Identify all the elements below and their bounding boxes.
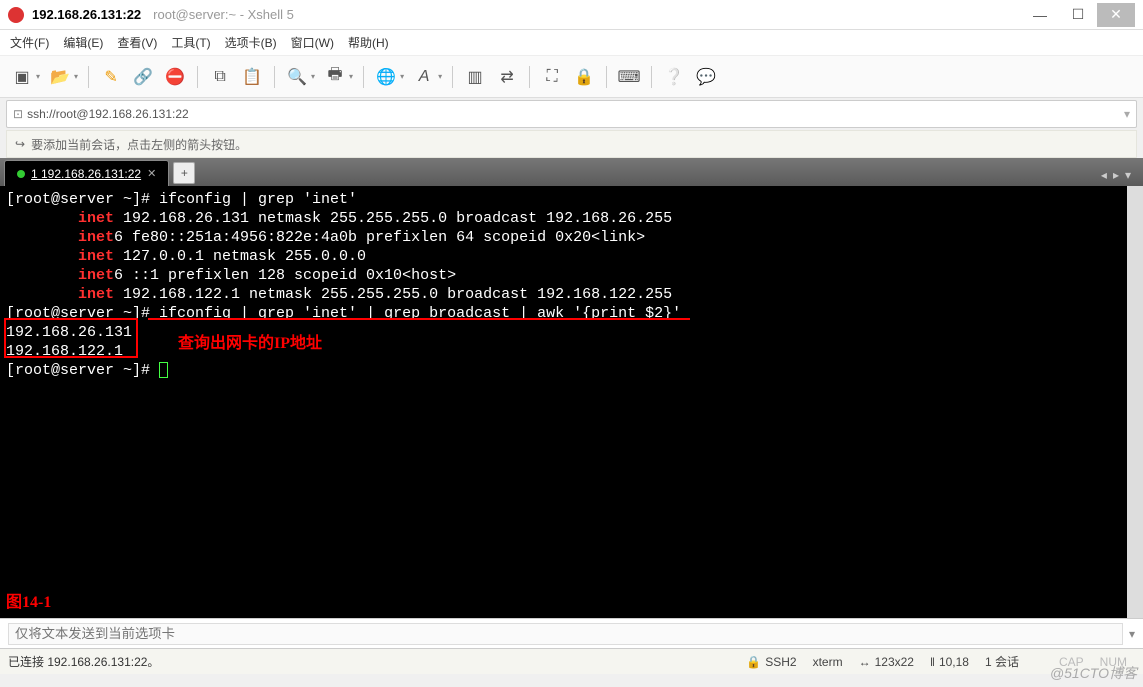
terminal-line: inet 192.168.26.131 netmask 255.255.255.… [6, 209, 1121, 228]
tab-prev-icon[interactable]: ◂ [1101, 168, 1107, 182]
disconnect-icon[interactable]: ⛔ [161, 63, 189, 91]
info-bar: ↪ 要添加当前会话，点击左侧的箭头按钮。 [6, 130, 1137, 158]
send-input[interactable] [8, 623, 1123, 645]
font-icon[interactable]: A [410, 63, 438, 91]
annotation-figure-label: 图14-1 [6, 593, 51, 612]
find-icon[interactable]: 🔍 [283, 63, 311, 91]
address-url: ssh://root@192.168.26.131:22 [27, 107, 189, 121]
lock-icon[interactable]: 🔒 [570, 63, 598, 91]
menu-window[interactable]: 窗口(W) [291, 34, 334, 51]
send-bar: ▾ [0, 618, 1143, 648]
scroll-down-icon[interactable]: ▾ [1127, 602, 1143, 618]
title-bar: 192.168.26.131:22 root@server:~ - Xshell… [0, 0, 1143, 30]
tab-add-button[interactable]: + [173, 162, 195, 184]
open-icon[interactable]: 📂 [46, 63, 74, 91]
status-sessions: 1 会话 [985, 653, 1019, 670]
keyboard-icon[interactable]: ⌨ [615, 63, 643, 91]
add-session-icon[interactable]: ↪ [15, 137, 25, 151]
tab-session-1[interactable]: 1 192.168.26.131:22 ✕ [4, 160, 169, 186]
terminal-line: 192.168.122.1 [6, 342, 1121, 361]
scroll-up-icon[interactable]: ▴ [1127, 186, 1143, 202]
terminal-line: inet6 ::1 prefixlen 128 scopeid 0x10<hos… [6, 266, 1121, 285]
edit-icon[interactable]: ✎ [97, 63, 125, 91]
transfer-icon[interactable]: ⇄ [493, 63, 521, 91]
fullscreen-icon[interactable]: ⛶ [538, 63, 566, 91]
dropdown-icon[interactable]: ⊡ [13, 107, 23, 121]
close-button[interactable]: ✕ [1097, 3, 1135, 27]
status-size: ↔ 123x22 [859, 655, 914, 669]
tab-nav: ◂ ▸ ▾ [1101, 168, 1139, 186]
tab-next-icon[interactable]: ▸ [1113, 168, 1119, 182]
terminal-line: inet6 fe80::251a:4956:822e:4a0b prefixle… [6, 228, 1121, 247]
status-pos: ‖ 10,18 [930, 655, 969, 669]
status-connection: 已连接 192.168.26.131:22。 [8, 653, 159, 670]
tab-close-icon[interactable]: ✕ [147, 167, 156, 180]
menu-edit[interactable]: 编辑(E) [63, 34, 103, 51]
terminal-line: [root@server ~]# ifconfig | grep 'inet' [6, 190, 1121, 209]
address-dropdown-icon[interactable]: ▾ [1124, 107, 1130, 121]
tab-list-icon[interactable]: ▾ [1125, 168, 1131, 182]
columns-icon[interactable]: ▥ [461, 63, 489, 91]
globe-icon[interactable]: 🌐 [372, 63, 400, 91]
terminal-line: [root@server ~]# ifconfig | grep 'inet' … [6, 304, 1121, 323]
status-cap: CAP [1059, 655, 1084, 669]
app-icon [8, 7, 24, 23]
title-address: 192.168.26.131:22 [32, 7, 141, 22]
tab-strip: 1 192.168.26.131:22 ✕ + ◂ ▸ ▾ [0, 158, 1143, 186]
copy-icon[interactable]: ⧉ [206, 63, 234, 91]
terminal[interactable]: [root@server ~]# ifconfig | grep 'inet' … [0, 186, 1143, 618]
reconnect-icon[interactable]: 🔗 [129, 63, 157, 91]
tab-label: 1 192.168.26.131:22 [31, 167, 141, 181]
terminal-line: [root@server ~]# [6, 361, 1121, 380]
cursor [159, 362, 168, 378]
chat-icon[interactable]: 💬 [692, 63, 720, 91]
paste-icon[interactable]: 📋 [238, 63, 266, 91]
terminal-line: 192.168.26.131 [6, 323, 1121, 342]
terminal-line: inet 127.0.0.1 netmask 255.0.0.0 [6, 247, 1121, 266]
title-subtitle: root@server:~ - Xshell 5 [153, 7, 294, 22]
help-icon[interactable]: ❔ [660, 63, 688, 91]
annotation-box-ip [4, 318, 138, 358]
send-dropdown-icon[interactable]: ▾ [1129, 627, 1135, 641]
menu-tabs[interactable]: 选项卡(B) [225, 34, 277, 51]
annotation-underline [148, 318, 690, 320]
toolbar: ▣▾ 📂▾ ✎ 🔗 ⛔ ⧉ 📋 🔍▾ 🖶▾ 🌐▾ A▾ ▥ ⇄ ⛶ 🔒 ⌨ ❔ … [0, 56, 1143, 98]
menu-tools[interactable]: 工具(T) [171, 34, 210, 51]
menu-file[interactable]: 文件(F) [10, 34, 49, 51]
print-icon[interactable]: 🖶 [321, 63, 349, 91]
status-led-icon [17, 170, 25, 178]
terminal-line: inet 192.168.122.1 netmask 255.255.255.0… [6, 285, 1121, 304]
status-ssh: 🔒 SSH2 [746, 655, 796, 669]
status-bar: 已连接 192.168.26.131:22。 🔒 SSH2 xterm ↔ 12… [0, 648, 1143, 674]
menu-bar: 文件(F) 编辑(E) 查看(V) 工具(T) 选项卡(B) 窗口(W) 帮助(… [0, 30, 1143, 56]
address-bar[interactable]: ⊡ ssh://root@192.168.26.131:22 ▾ [6, 100, 1137, 128]
status-num: NUM [1100, 655, 1127, 669]
status-term: xterm [813, 655, 843, 669]
annotation-label: 查询出网卡的IP地址 [178, 334, 322, 353]
minimize-button[interactable]: — [1021, 3, 1059, 27]
info-text: 要添加当前会话，点击左侧的箭头按钮。 [31, 136, 247, 153]
menu-help[interactable]: 帮助(H) [348, 34, 389, 51]
menu-view[interactable]: 查看(V) [117, 34, 157, 51]
maximize-button[interactable]: ☐ [1059, 3, 1097, 27]
new-session-icon[interactable]: ▣ [8, 63, 36, 91]
